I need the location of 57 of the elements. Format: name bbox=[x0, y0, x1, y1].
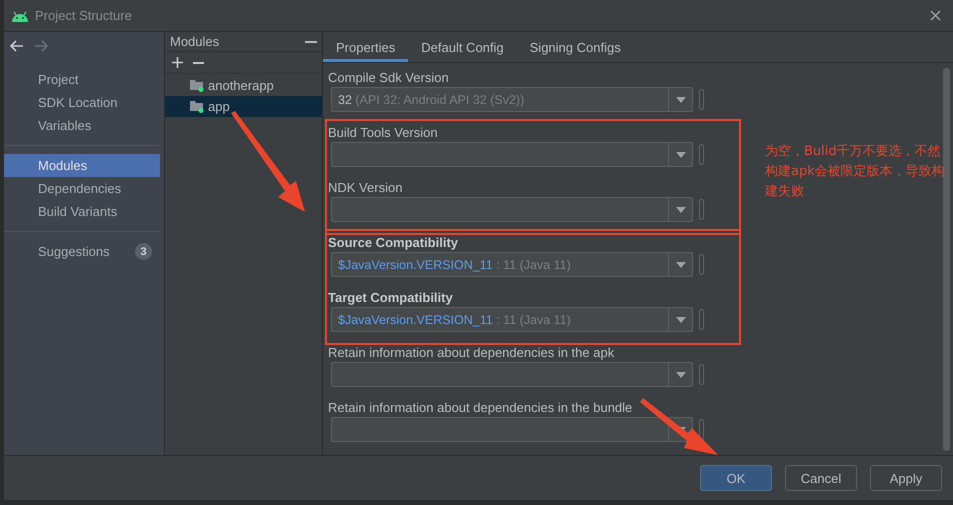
folder-icon bbox=[190, 100, 204, 113]
caret-icon bbox=[676, 152, 686, 158]
dropdown-value: $JavaVersion.VERSION_11 : 11 (Java 11) bbox=[338, 258, 571, 272]
window-title: Project Structure bbox=[35, 8, 133, 23]
toggle-handle[interactable] bbox=[699, 254, 704, 275]
sidebar-item[interactable]: Dependencies bbox=[4, 177, 160, 200]
folder-icon bbox=[190, 79, 204, 92]
tab[interactable]: Properties bbox=[323, 32, 408, 62]
toggle-handle[interactable] bbox=[699, 199, 704, 220]
dropdown-value: $JavaVersion.VERSION_11 : 11 (Java 11) bbox=[338, 312, 571, 326]
toggle-handle[interactable] bbox=[699, 89, 704, 110]
toggle-handle[interactable] bbox=[699, 309, 704, 330]
caret-icon bbox=[676, 316, 686, 322]
dropdown-field[interactable] bbox=[331, 362, 693, 387]
caret-icon bbox=[676, 372, 686, 378]
forward-arrow-icon[interactable] bbox=[34, 40, 48, 52]
caret-icon bbox=[676, 96, 686, 102]
ok-button[interactable]: OK bbox=[700, 465, 772, 491]
tab[interactable]: Signing Configs bbox=[516, 32, 634, 62]
field-label: Source Compatibility bbox=[328, 234, 458, 252]
dropdown-field[interactable] bbox=[331, 142, 693, 167]
field-label: Target Compatibility bbox=[328, 288, 453, 307]
dropdown-field[interactable]: $JavaVersion.VERSION_11 : 11 (Java 11) bbox=[331, 307, 693, 332]
dialog-button[interactable]: Cancel bbox=[785, 465, 857, 491]
android-icon bbox=[11, 10, 29, 22]
caret-icon bbox=[676, 262, 686, 268]
add-icon[interactable] bbox=[172, 57, 183, 68]
field-label: Compile Sdk Version bbox=[328, 68, 449, 87]
dropdown-field[interactable] bbox=[331, 417, 693, 442]
sidebar-item[interactable]: Project bbox=[4, 68, 160, 91]
dropdown-field[interactable]: $JavaVersion.VERSION_11 : 11 (Java 11) bbox=[331, 252, 693, 277]
sidebar-item[interactable]: Variables bbox=[4, 114, 160, 137]
field-label: NDK Version bbox=[328, 178, 402, 196]
dropdown-field[interactable] bbox=[331, 197, 693, 222]
toggle-handle[interactable] bbox=[699, 364, 704, 385]
dropdown-value: 32 (API 32: Android API 32 (Sv2)) bbox=[338, 92, 524, 106]
field-label: Retain information about dependencies in the bundle bbox=[328, 398, 632, 417]
back-arrow-icon[interactable] bbox=[10, 40, 24, 52]
annotation-note: 为空，Bulid千万不要选，不然构建apk会被限定版本，导致构建失败 bbox=[765, 143, 945, 201]
module-item[interactable]: anotherapp bbox=[165, 75, 322, 96]
sidebar-item[interactable]: SDK Location bbox=[4, 91, 160, 114]
count-badge: 3 bbox=[135, 243, 152, 260]
tab[interactable]: Default Config bbox=[408, 32, 517, 62]
field-label: Retain information about dependencies in the apk bbox=[328, 344, 614, 362]
caret-icon bbox=[676, 206, 686, 212]
panel-title: Modules bbox=[170, 34, 220, 49]
dialog-button[interactable]: Apply bbox=[870, 465, 942, 491]
sidebar-item[interactable]: Suggestions 3 bbox=[4, 240, 164, 263]
module-item[interactable]: app bbox=[165, 96, 322, 117]
sidebar-item[interactable]: Build Variants bbox=[4, 200, 160, 223]
scrollbar[interactable] bbox=[943, 68, 950, 451]
field-label: Build Tools Version bbox=[328, 124, 438, 142]
sidebar-item[interactable]: Modules bbox=[4, 154, 160, 177]
dropdown-field[interactable]: 32 (API 32: Android API 32 (Sv2)) bbox=[331, 87, 693, 112]
close-icon[interactable] bbox=[930, 10, 941, 21]
minimize-icon[interactable] bbox=[305, 40, 317, 42]
toggle-handle[interactable] bbox=[699, 144, 704, 165]
